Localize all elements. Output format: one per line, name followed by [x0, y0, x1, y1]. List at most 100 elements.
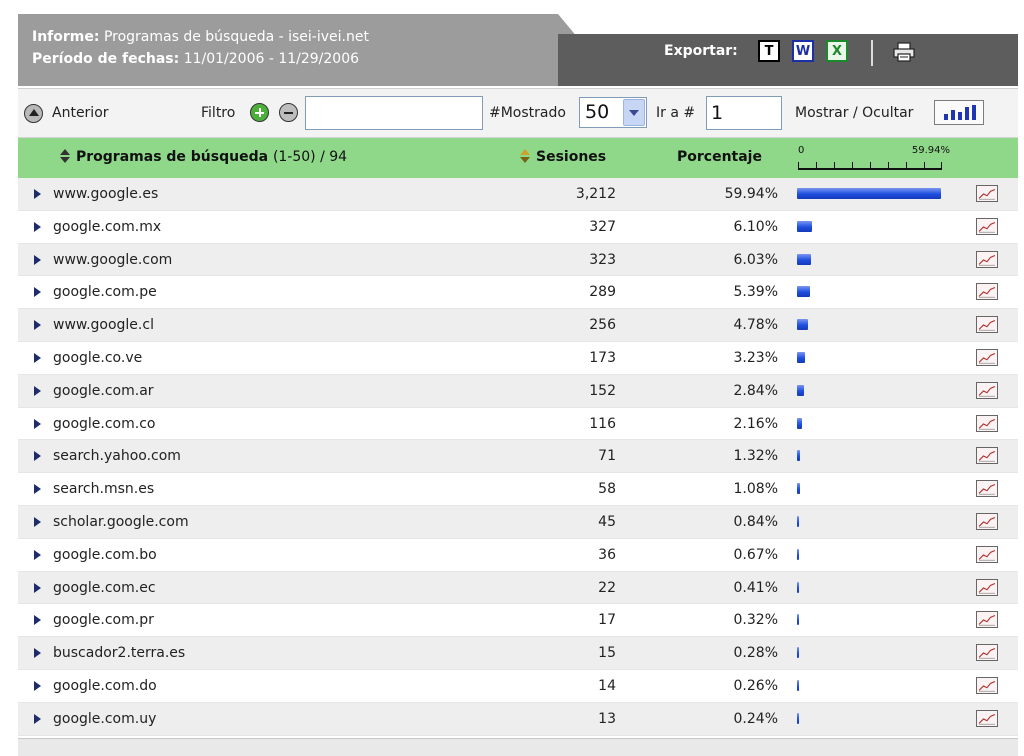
expand-arrow-icon[interactable] — [34, 418, 41, 429]
printer-icon[interactable] — [892, 42, 916, 62]
sessions-value: 3,212 — [575, 186, 616, 202]
expand-arrow-icon[interactable] — [34, 680, 41, 691]
sessions-value: 15 — [598, 645, 616, 662]
trend-chart-icon[interactable] — [976, 480, 998, 498]
source-name[interactable]: google.com.ec — [53, 580, 156, 596]
source-name[interactable]: google.com.pe — [53, 284, 157, 300]
expand-arrow-icon[interactable] — [34, 713, 41, 724]
expand-arrow-icon[interactable] — [34, 549, 41, 560]
filter-label: Filtro — [201, 105, 236, 121]
source-column-header[interactable]: Programas de búsqueda (1-50) / 94 — [60, 149, 347, 165]
previous-icon[interactable] — [24, 104, 43, 123]
sessions-value: 327 — [589, 218, 616, 235]
toolbar: Anterior Filtro #Mostrado 50 Ir a # Most… — [18, 88, 1018, 138]
table-body: www.google.es 3,212 59.94% google.com.mx 327… — [18, 178, 1018, 736]
expand-arrow-icon[interactable] — [34, 287, 41, 298]
export-bar — [558, 34, 1018, 86]
sessions-column-header[interactable]: Sesiones — [520, 149, 606, 165]
trend-chart-icon[interactable] — [976, 709, 998, 727]
trend-chart-icon[interactable] — [976, 611, 998, 629]
expand-arrow-icon[interactable] — [34, 582, 41, 593]
source-name[interactable]: google.com.do — [53, 678, 157, 694]
expand-arrow-icon[interactable] — [34, 221, 41, 232]
previous-link[interactable]: Anterior — [52, 105, 109, 121]
source-name[interactable]: google.com.uy — [53, 711, 156, 727]
table-row: google.com.uy 13 0.24% — [18, 702, 1018, 736]
source-name[interactable]: google.com.bo — [53, 547, 157, 563]
sessions-value: 323 — [589, 251, 616, 268]
expand-arrow-icon[interactable] — [34, 254, 41, 265]
percent-bar — [797, 712, 799, 724]
percent-bar — [797, 679, 799, 691]
source-name[interactable]: google.com.pr — [53, 612, 154, 628]
expand-arrow-icon[interactable] — [34, 320, 41, 331]
filter-input[interactable] — [305, 96, 483, 130]
rows-shown-select[interactable]: 50 — [579, 97, 647, 128]
percent-bar — [797, 450, 801, 462]
source-name[interactable]: www.google.es — [53, 186, 158, 202]
trend-chart-icon[interactable] — [976, 381, 998, 399]
sessions-value: 289 — [589, 284, 616, 301]
chevron-down-icon[interactable] — [623, 99, 645, 126]
source-name[interactable]: google.com.co — [53, 416, 155, 432]
source-name[interactable]: search.yahoo.com — [53, 448, 181, 464]
scale-max-label: 59.94% — [911, 145, 950, 156]
table-row: google.com.bo 36 0.67% — [18, 539, 1018, 572]
trend-chart-icon[interactable] — [976, 545, 998, 563]
sort-icon[interactable] — [60, 149, 70, 163]
trend-chart-icon[interactable] — [976, 414, 998, 432]
trend-chart-icon[interactable] — [976, 250, 998, 268]
trend-chart-icon[interactable] — [976, 316, 998, 334]
source-name[interactable]: google.com.mx — [53, 219, 161, 235]
excel-export-icon[interactable]: X — [826, 40, 848, 62]
trend-chart-icon[interactable] — [976, 578, 998, 596]
trend-chart-icon[interactable] — [976, 348, 998, 366]
source-name[interactable]: search.msn.es — [53, 481, 154, 497]
table-row: google.com.pr 17 0.32% — [18, 604, 1018, 638]
period-label: Período de fechas — [32, 51, 174, 67]
sort-active-icon[interactable] — [520, 149, 530, 163]
percent-value: 1.32% — [733, 448, 778, 465]
show-hide-label: Mostrar / Ocultar — [795, 105, 914, 121]
source-name[interactable]: scholar.google.com — [53, 514, 189, 530]
scale-tick — [906, 162, 907, 168]
expand-arrow-icon[interactable] — [34, 385, 41, 396]
add-filter-icon[interactable] — [250, 103, 269, 122]
expand-arrow-icon[interactable] — [34, 352, 41, 363]
trend-chart-icon[interactable] — [976, 283, 998, 301]
percent-column-header[interactable]: Porcentaje — [677, 149, 762, 165]
expand-arrow-icon[interactable] — [34, 451, 41, 462]
trend-chart-icon[interactable] — [976, 185, 998, 202]
source-name[interactable]: google.co.ve — [53, 350, 142, 366]
percent-value: 4.78% — [733, 317, 778, 334]
expand-arrow-icon[interactable] — [34, 615, 41, 626]
goto-input[interactable] — [706, 96, 782, 130]
trend-chart-icon[interactable] — [976, 676, 998, 694]
source-name[interactable]: www.google.com — [53, 252, 172, 268]
trend-chart-icon[interactable] — [976, 644, 998, 662]
source-name[interactable]: google.com.ar — [53, 383, 154, 399]
scale-tick — [924, 162, 925, 168]
percent-bar — [797, 483, 800, 495]
table-row: search.msn.es 58 1.08% — [18, 473, 1018, 506]
scale-tick — [816, 162, 817, 168]
remove-filter-icon[interactable] — [279, 103, 298, 122]
trend-chart-icon[interactable] — [976, 447, 998, 465]
expand-arrow-icon[interactable] — [34, 648, 41, 659]
bar-chart-toggle-icon[interactable] — [934, 100, 984, 125]
trend-chart-icon[interactable] — [976, 217, 998, 235]
expand-arrow-icon[interactable] — [34, 189, 41, 199]
table-row: google.co.ve 173 3.23% — [18, 342, 1018, 375]
sessions-value: 36 — [598, 546, 616, 563]
trend-chart-icon[interactable] — [976, 512, 998, 530]
text-export-icon[interactable]: T — [758, 40, 780, 62]
expand-arrow-icon[interactable] — [34, 484, 41, 495]
percent-bar — [797, 351, 805, 363]
word-export-icon[interactable]: W — [792, 40, 814, 62]
scale-tick — [834, 162, 835, 168]
source-name[interactable]: www.google.cl — [53, 317, 154, 333]
expand-arrow-icon[interactable] — [34, 516, 41, 527]
export-label: Exportar: — [664, 43, 738, 59]
source-name[interactable]: buscador2.terra.es — [53, 645, 185, 661]
percent-bar — [797, 384, 804, 396]
